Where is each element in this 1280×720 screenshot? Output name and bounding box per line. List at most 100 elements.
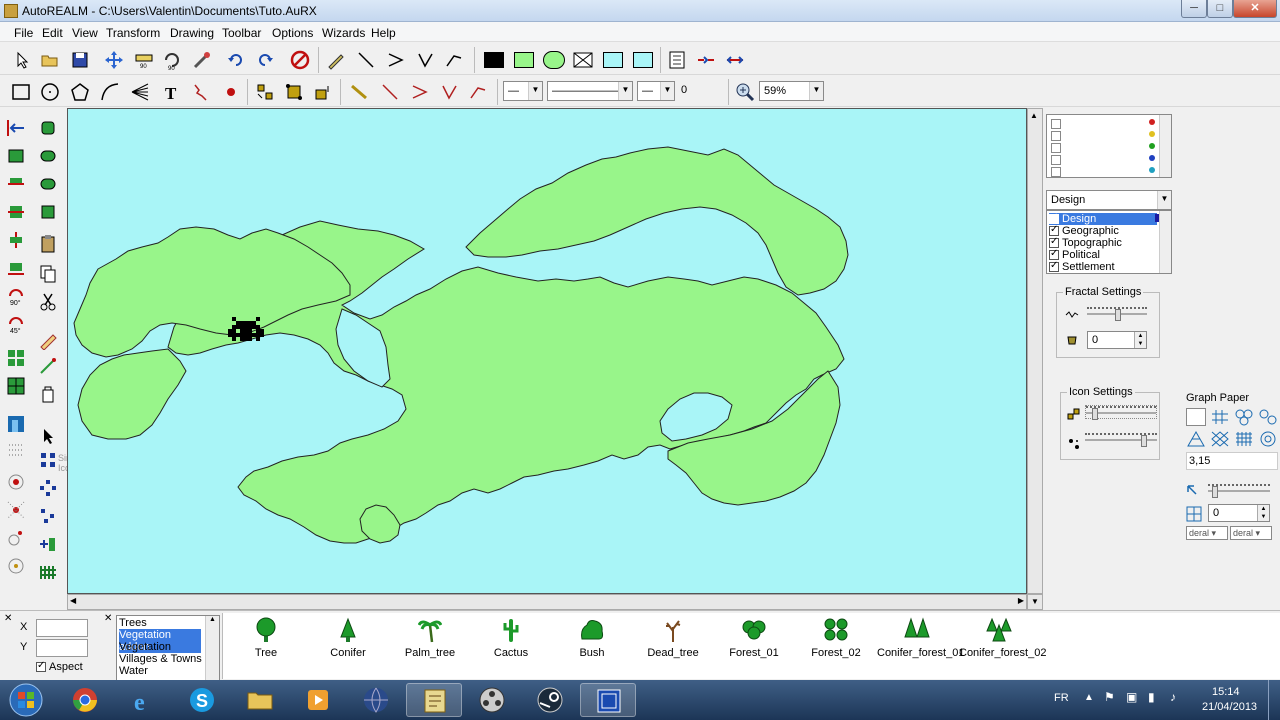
no-fill-icon[interactable] <box>573 50 593 70</box>
overlay-item-design[interactable]: Design <box>1049 212 1157 225</box>
align-center-icon[interactable] <box>6 230 26 250</box>
properties-icon[interactable] <box>667 50 687 70</box>
windows-start-icon[interactable] <box>6 682 46 718</box>
icon-conifer-forest-02[interactable]: Conifer_forest_02 <box>959 617 1046 659</box>
category-scrollbar[interactable]: ▲ <box>205 616 219 680</box>
icon-bush[interactable]: Bush <box>552 617 632 659</box>
overlay-item-settlement[interactable]: Settlement <box>1049 260 1115 273</box>
taskbar-autorealm[interactable] <box>406 683 462 717</box>
star-burst-icon[interactable] <box>6 472 26 492</box>
map-horizontal-scrollbar[interactable]: ◀ ▶ <box>67 594 1027 610</box>
menu-edit[interactable]: Edit <box>42 26 63 40</box>
rotate-left-icon[interactable] <box>6 202 26 222</box>
icon-tree[interactable]: Tree <box>226 617 306 659</box>
stop-icon[interactable] <box>290 50 310 70</box>
line-width-value[interactable]: 0 <box>677 81 723 101</box>
volume-icon[interactable]: ♪ <box>1170 690 1176 704</box>
grid-ungroup-icon[interactable] <box>6 376 26 396</box>
freehand-curve-icon[interactable] <box>410 82 430 102</box>
aspect-check[interactable] <box>36 660 46 673</box>
icon-conifer[interactable]: Conifer <box>308 617 388 659</box>
maximize-button[interactable]: □ <box>1207 0 1233 18</box>
cyan-fill-swatch-2[interactable] <box>633 52 653 68</box>
overlay-checkbox[interactable] <box>1049 236 1059 249</box>
minimize-button[interactable]: ─ <box>1181 0 1207 18</box>
graph-scale-input[interactable]: 3,15 <box>1186 452 1278 470</box>
scroll-right-icon[interactable]: ▶ <box>1018 596 1024 605</box>
fence-icon[interactable] <box>38 562 58 582</box>
aspect-checkbox[interactable]: Aspect <box>36 660 83 673</box>
shape-3-icon[interactable] <box>38 174 58 194</box>
overlay-checkbox[interactable] <box>1049 224 1059 237</box>
scissors-icon[interactable] <box>38 292 58 312</box>
shape-2-icon[interactable] <box>38 146 58 166</box>
icon-forest-02[interactable]: Forest_02 <box>796 617 876 659</box>
flip-h-icon[interactable] <box>6 146 26 166</box>
bucket-icon[interactable] <box>38 384 58 404</box>
graph-none-button[interactable] <box>1186 408 1206 426</box>
icon-size-slider[interactable] <box>1085 405 1157 420</box>
line-start-select[interactable]: — ▼ <box>503 81 543 101</box>
overlay-checkbox[interactable] <box>1049 212 1059 225</box>
taskbar-media[interactable] <box>290 683 346 717</box>
magic-wand-icon[interactable] <box>192 50 212 70</box>
network-icon[interactable]: ▮ <box>1148 690 1155 704</box>
overlay-checkbox[interactable] <box>1049 248 1059 261</box>
taskbar-film[interactable] <box>464 683 520 717</box>
copy-icon[interactable] <box>38 263 58 283</box>
icon-forest-01[interactable]: Forest_01 <box>714 617 794 659</box>
taskbar-app[interactable] <box>580 683 636 717</box>
taskbar-chrome[interactable] <box>57 683 113 717</box>
taskbar-explorer[interactable] <box>232 683 288 717</box>
icon-cactus[interactable]: Cactus <box>471 617 551 659</box>
scroll-down-icon[interactable]: ▼ <box>1027 594 1043 610</box>
shape-4-icon[interactable] <box>38 202 58 222</box>
rectangle-tool-icon[interactable] <box>11 82 31 102</box>
line-end-select[interactable]: — ▼ <box>637 81 675 101</box>
category-item[interactable]: Trees <box>119 617 147 629</box>
scroll-left-icon[interactable]: ◀ <box>70 596 76 605</box>
grid-style-select-1[interactable]: deral ▾ <box>1186 526 1228 540</box>
fractal-slider[interactable] <box>1087 307 1147 321</box>
ungroup-icon[interactable] <box>284 82 304 102</box>
hex-grid-icon[interactable] <box>1234 408 1254 426</box>
save-disk-icon[interactable] <box>70 50 90 70</box>
menu-options[interactable]: Options <box>272 26 313 40</box>
menu-wizards[interactable]: Wizards <box>322 26 365 40</box>
triangle-grid-icon[interactable] <box>1186 430 1206 448</box>
language-indicator[interactable]: FR <box>1054 692 1069 704</box>
taskbar-ie[interactable]: e <box>116 683 172 717</box>
cyan-fill-swatch[interactable] <box>603 52 623 68</box>
taskbar-steam[interactable] <box>522 683 578 717</box>
cursor-arrow-icon[interactable] <box>38 426 58 446</box>
diamond-grid-icon[interactable] <box>1210 430 1230 448</box>
overlay-checkbox[interactable] <box>1049 260 1059 273</box>
align-left-icon[interactable] <box>6 118 26 138</box>
menu-toolbar[interactable]: Toolbar <box>222 26 261 40</box>
color-pin-list[interactable] <box>1046 114 1172 178</box>
grid-size-input[interactable]: 0 ▲ ▼ <box>1208 504 1270 522</box>
zoom-select[interactable]: 59% ▼ <box>759 81 824 101</box>
bottom-close-icon[interactable]: ✕ <box>4 613 12 624</box>
icon-spread-slider[interactable] <box>1085 433 1157 447</box>
layer-icon[interactable] <box>6 414 26 434</box>
flip-v-icon[interactable] <box>6 174 26 194</box>
edit-node-icon[interactable] <box>38 356 58 376</box>
arc-tool-icon[interactable] <box>100 82 120 102</box>
open-folder-icon[interactable] <box>40 50 60 70</box>
spray-icon[interactable] <box>6 528 26 548</box>
y-input[interactable] <box>36 639 88 657</box>
zoom-icon[interactable] <box>735 82 755 102</box>
grid-style-select-2[interactable]: deral ▾ <box>1230 526 1272 540</box>
single-icon-tool-icon[interactable] <box>38 450 58 470</box>
curve-tool-icon[interactable] <box>416 50 436 70</box>
target-icon[interactable] <box>6 556 26 576</box>
hex-grid-alt-icon[interactable] <box>1258 408 1278 426</box>
overlay-select[interactable]: Design ▼ <box>1046 190 1172 210</box>
arrow-tool-icon[interactable] <box>444 50 464 70</box>
map-canvas[interactable] <box>67 108 1027 594</box>
scatter-icon[interactable] <box>6 500 26 520</box>
random-pattern-icon[interactable] <box>38 506 58 526</box>
category-item[interactable]: Vegetation <box>119 641 171 653</box>
notification-icon[interactable]: ▣ <box>1126 690 1137 704</box>
